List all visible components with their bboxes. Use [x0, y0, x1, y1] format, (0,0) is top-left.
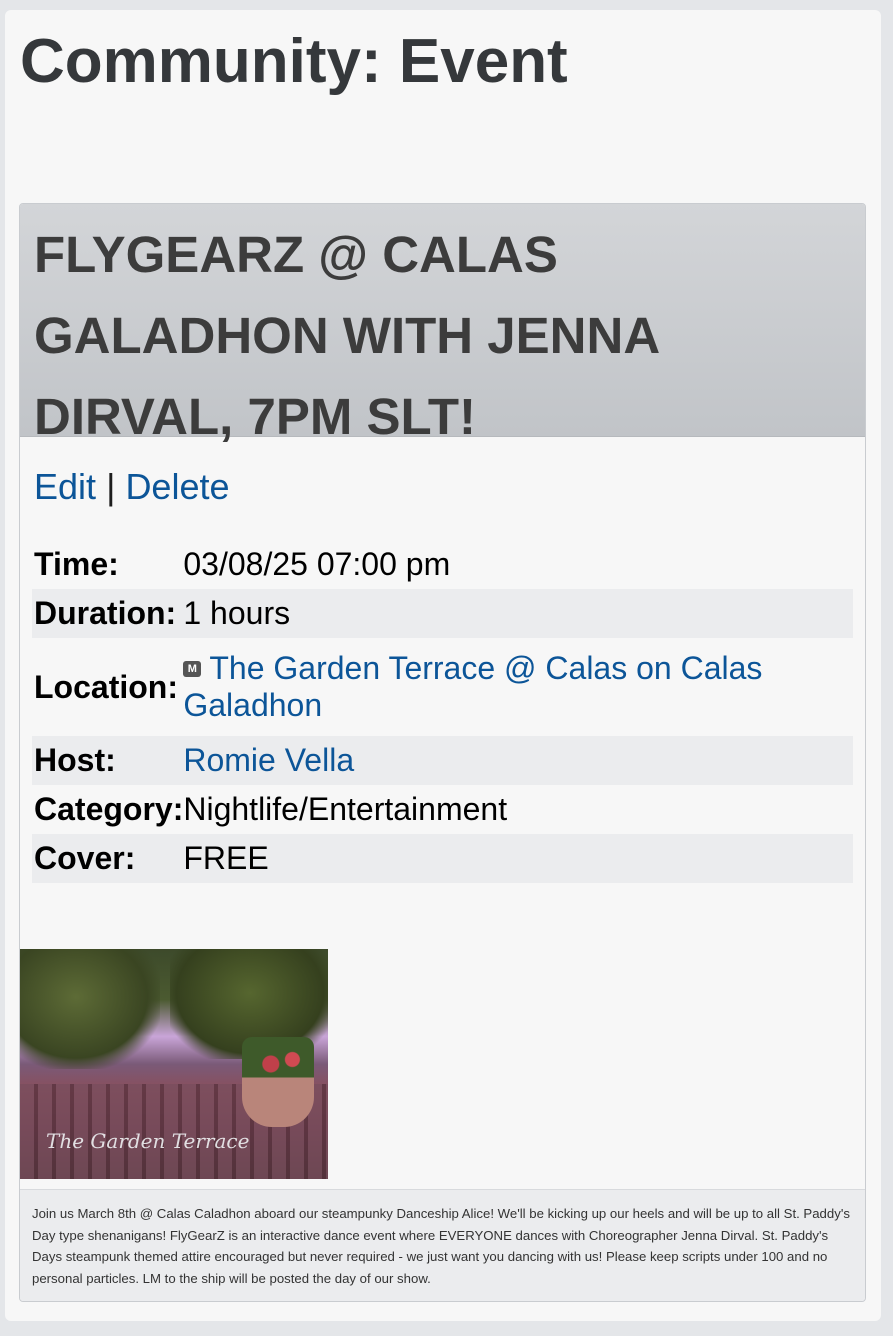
- time-value: 03/08/25 07:00 pm: [183, 546, 451, 582]
- host-link[interactable]: Romie Vella: [183, 742, 354, 778]
- time-label: Time:: [34, 546, 119, 582]
- detail-row-category: Category: Nightlife/Entertainment: [32, 785, 853, 834]
- location-link[interactable]: The Garden Terrace @ Calas on Calas Gala…: [183, 650, 762, 723]
- edit-link[interactable]: Edit: [34, 466, 96, 507]
- detail-row-host: Host: Romie Vella: [32, 736, 853, 785]
- category-value: Nightlife/Entertainment: [183, 791, 508, 827]
- location-label: Location:: [34, 668, 178, 705]
- location-value-cell: M The Garden Terrace @ Calas on Calas Gal…: [183, 638, 853, 736]
- event-header: FLYGEARZ @ CALAS GALADHON WITH JENNA DIR…: [20, 204, 865, 445]
- duration-label: Duration:: [34, 595, 177, 631]
- detail-row-cover: Cover: FREE: [32, 834, 853, 883]
- image-caption: The Garden Terrace: [46, 1129, 250, 1153]
- cover-label: Cover:: [34, 840, 136, 876]
- duration-value: 1 hours: [183, 595, 291, 631]
- event-image: The Garden Terrace: [20, 949, 328, 1179]
- event-card: FLYGEARZ @ CALAS GALADHON WITH JENNA DIR…: [19, 203, 866, 1302]
- image-trees-left: [20, 949, 160, 1069]
- detail-row-duration: Duration: 1 hours: [32, 589, 853, 638]
- event-description: Join us March 8th @ Calas Caladhon aboar…: [20, 1189, 865, 1301]
- event-details-table: Time: 03/08/25 07:00 pm Duration: 1 hour…: [32, 540, 853, 883]
- image-flower-planter: [242, 1037, 314, 1127]
- host-value-cell: Romie Vella: [183, 736, 853, 785]
- event-actions: Edit | Delete: [34, 466, 230, 508]
- event-title: FLYGEARZ @ CALAS GALADHON WITH JENNA DIR…: [34, 226, 659, 445]
- actions-separator: |: [106, 466, 116, 507]
- page-title: Community: Event: [20, 27, 568, 96]
- detail-row-location: Location: M The Garden Terrace @ Calas on…: [32, 638, 853, 736]
- cover-value: FREE: [183, 840, 269, 876]
- host-label: Host:: [34, 742, 116, 778]
- category-label: Category:: [34, 791, 184, 827]
- mature-rating-icon: M: [183, 660, 202, 677]
- detail-row-time: Time: 03/08/25 07:00 pm: [32, 540, 853, 589]
- delete-link[interactable]: Delete: [125, 466, 229, 507]
- page-container: Community: Event FLYGEARZ @ CALAS GALADH…: [5, 10, 881, 1321]
